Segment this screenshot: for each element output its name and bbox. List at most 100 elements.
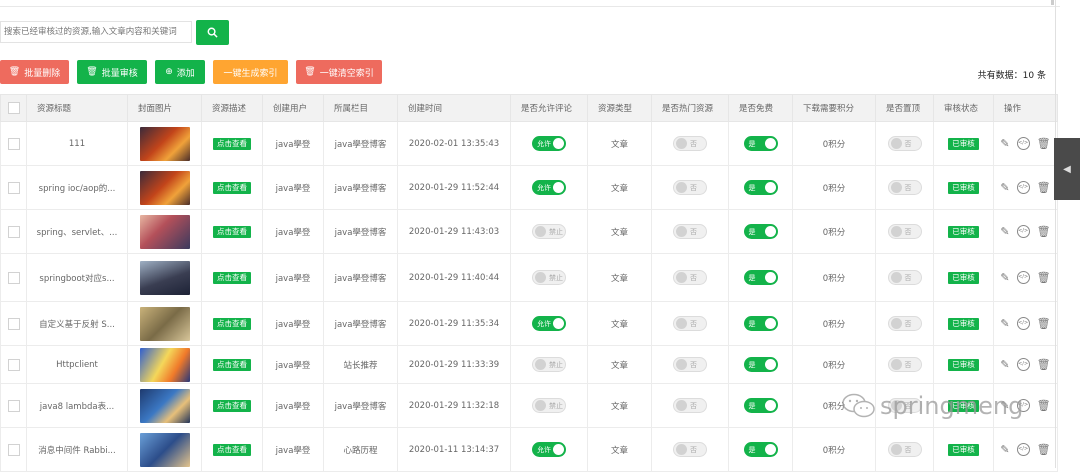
- comment-toggle[interactable]: 允许: [532, 136, 566, 151]
- view-badge[interactable]: 点击查看: [213, 137, 251, 150]
- comment-toggle[interactable]: 禁止: [532, 224, 566, 239]
- vertical-scrollbar[interactable]: [1055, 0, 1056, 468]
- view-badge[interactable]: 点击查看: [213, 399, 251, 412]
- row-select-cell: [0, 301, 27, 346]
- trash-icon[interactable]: 🗑: [1037, 443, 1051, 456]
- free-toggle[interactable]: 是: [743, 136, 778, 151]
- comment-toggle[interactable]: 禁止: [532, 357, 566, 372]
- col-header: 是否置顶: [875, 94, 934, 122]
- comment-toggle[interactable]: 允许: [532, 316, 566, 331]
- free-toggle[interactable]: 是: [743, 224, 778, 239]
- view-badge[interactable]: 点击查看: [213, 225, 251, 238]
- row-checkbox[interactable]: [7, 181, 20, 194]
- generate-index-button[interactable]: 一键生成索引: [213, 60, 288, 84]
- code-icon[interactable]: </>: [1016, 443, 1030, 456]
- edit-icon[interactable]: ✎: [1000, 271, 1009, 284]
- side-collapse-handle[interactable]: ◀: [1054, 138, 1080, 200]
- free-toggle[interactable]: 是: [743, 442, 778, 457]
- row-checkbox[interactable]: [7, 317, 20, 330]
- top-toggle[interactable]: 否: [887, 224, 922, 239]
- edit-icon[interactable]: ✎: [1000, 443, 1009, 456]
- user-cell: java學登: [262, 301, 324, 346]
- user-cell: java學登: [262, 383, 324, 428]
- code-icon[interactable]: </>: [1016, 137, 1030, 150]
- row-checkbox[interactable]: [7, 399, 20, 412]
- row-checkbox[interactable]: [7, 137, 20, 150]
- search-icon: [207, 27, 218, 38]
- code-icon[interactable]: </>: [1016, 225, 1030, 238]
- hot-toggle[interactable]: 否: [673, 357, 707, 372]
- hot-toggle[interactable]: 否: [673, 316, 707, 331]
- user-cell: java學登: [262, 165, 324, 210]
- code-icon[interactable]: </>: [1016, 181, 1030, 194]
- type-cell: 文章: [587, 345, 652, 384]
- row-checkbox[interactable]: [7, 225, 20, 238]
- view-badge[interactable]: 点击查看: [213, 358, 251, 371]
- free-toggle[interactable]: 是: [743, 180, 778, 195]
- select-all-checkbox[interactable]: [7, 102, 20, 114]
- hot-toggle[interactable]: 否: [673, 224, 707, 239]
- col-header: 创建用户: [262, 94, 324, 122]
- hot-toggle[interactable]: 否: [673, 180, 707, 195]
- batch-review-button[interactable]: 🗑 批量审核: [77, 60, 147, 84]
- edit-icon[interactable]: ✎: [1000, 225, 1009, 238]
- add-button[interactable]: ⊕ 添加: [155, 60, 205, 84]
- row-checkbox[interactable]: [7, 443, 20, 456]
- status-cell: 已审核: [933, 345, 994, 384]
- view-badge[interactable]: 点击查看: [213, 317, 251, 330]
- hot-toggle[interactable]: 否: [673, 270, 707, 285]
- hot-toggle[interactable]: 否: [673, 398, 707, 413]
- code-icon[interactable]: </>: [1016, 271, 1030, 284]
- top-toggle[interactable]: 否: [887, 442, 922, 457]
- hot-toggle[interactable]: 否: [673, 136, 707, 151]
- edit-icon[interactable]: ✎: [1000, 137, 1009, 150]
- free-toggle[interactable]: 是: [743, 398, 778, 413]
- scrollbar-thumb[interactable]: [1051, 0, 1054, 5]
- edit-icon[interactable]: ✎: [1000, 317, 1009, 330]
- free-toggle[interactable]: 是: [743, 316, 778, 331]
- free-cell: 是: [728, 345, 793, 384]
- view-badge[interactable]: 点击查看: [213, 181, 251, 194]
- free-toggle[interactable]: 是: [743, 357, 778, 372]
- top-toggle[interactable]: 否: [887, 270, 922, 285]
- trash-icon[interactable]: 🗑: [1037, 358, 1051, 371]
- trash-icon[interactable]: 🗑: [1037, 225, 1051, 238]
- type-cell: 文章: [587, 165, 652, 210]
- clear-index-button[interactable]: 🗑 一键清空索引: [296, 60, 382, 84]
- top-cell: 否: [875, 165, 934, 210]
- comment-toggle[interactable]: 禁止: [532, 270, 566, 285]
- trash-icon[interactable]: 🗑: [1037, 181, 1051, 194]
- trash-icon[interactable]: 🗑: [1037, 271, 1051, 284]
- view-badge[interactable]: 点击查看: [213, 271, 251, 284]
- search-input[interactable]: [0, 21, 192, 43]
- code-icon[interactable]: </>: [1016, 317, 1030, 330]
- select-all-cell: [0, 94, 27, 122]
- trash-icon[interactable]: 🗑: [1037, 137, 1051, 150]
- hot-toggle[interactable]: 否: [673, 442, 707, 457]
- status-badge: 已审核: [948, 137, 979, 150]
- top-toggle[interactable]: 否: [887, 136, 922, 151]
- code-icon[interactable]: </>: [1016, 358, 1030, 371]
- trash-icon[interactable]: 🗑: [1037, 399, 1051, 412]
- cover-cell: [127, 383, 202, 428]
- search-button[interactable]: [196, 20, 229, 45]
- top-toggle[interactable]: 否: [887, 316, 922, 331]
- row-checkbox[interactable]: [7, 271, 20, 284]
- trash-icon[interactable]: 🗑: [1037, 317, 1051, 330]
- top-toggle[interactable]: 否: [887, 357, 922, 372]
- edit-icon[interactable]: ✎: [1000, 358, 1009, 371]
- comment-cell: 禁止: [510, 253, 588, 302]
- top-toggle[interactable]: 否: [887, 180, 922, 195]
- points-cell: 0积分: [792, 209, 876, 254]
- comment-toggle[interactable]: 允许: [532, 442, 566, 457]
- category-cell: java學登博客: [323, 165, 398, 210]
- edit-icon[interactable]: ✎: [1000, 181, 1009, 194]
- status-badge: 已审核: [948, 317, 979, 330]
- free-toggle[interactable]: 是: [743, 270, 778, 285]
- comment-toggle[interactable]: 禁止: [532, 398, 566, 413]
- comment-toggle[interactable]: 允许: [532, 180, 566, 195]
- row-checkbox[interactable]: [7, 358, 20, 371]
- view-badge[interactable]: 点击查看: [213, 443, 251, 456]
- batch-delete-button[interactable]: 🗑 批量删除: [0, 60, 69, 84]
- hot-cell: 否: [651, 209, 729, 254]
